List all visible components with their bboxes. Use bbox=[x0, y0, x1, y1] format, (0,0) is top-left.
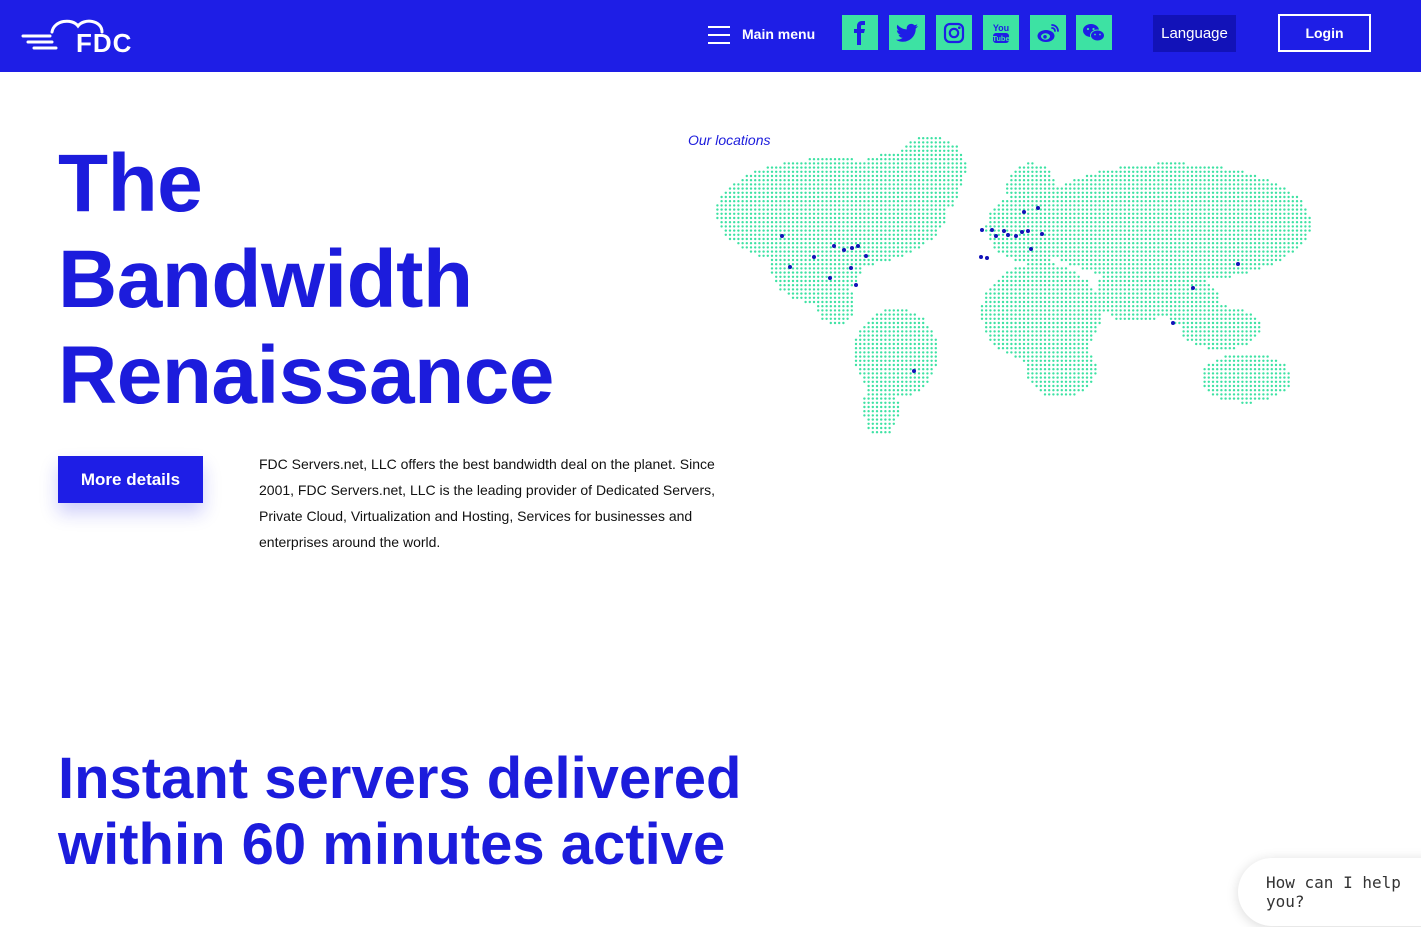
location-marker bbox=[849, 266, 853, 270]
location-marker bbox=[856, 244, 860, 248]
more-details-button[interactable]: More details bbox=[58, 456, 203, 503]
language-button[interactable]: Language bbox=[1153, 15, 1236, 52]
location-marker bbox=[812, 255, 816, 259]
location-marker bbox=[1002, 229, 1006, 233]
location-marker bbox=[1014, 234, 1018, 238]
location-marker bbox=[854, 283, 858, 287]
weibo-icon bbox=[1037, 23, 1059, 42]
location-marker bbox=[912, 369, 916, 373]
hero-title-line: The bbox=[58, 138, 203, 229]
youtube-icon: YouTube bbox=[992, 23, 1010, 43]
location-marker bbox=[1022, 210, 1026, 214]
location-marker bbox=[1006, 233, 1010, 237]
location-marker bbox=[828, 276, 832, 280]
location-marker bbox=[1040, 232, 1044, 236]
location-marker bbox=[832, 244, 836, 248]
location-marker bbox=[990, 228, 994, 232]
location-marker bbox=[994, 234, 998, 238]
hamburger-icon bbox=[708, 24, 730, 44]
twitter-icon bbox=[896, 23, 918, 42]
svg-text:FDC: FDC bbox=[76, 28, 132, 56]
twitter-button[interactable] bbox=[889, 15, 925, 50]
login-button[interactable]: Login bbox=[1278, 14, 1371, 52]
youtube-button[interactable]: You Tube bbox=[983, 15, 1019, 50]
map-dots bbox=[716, 137, 1311, 434]
location-marker bbox=[1026, 229, 1030, 233]
fdc-logo[interactable]: FDC bbox=[20, 14, 155, 56]
facebook-button[interactable] bbox=[842, 15, 878, 50]
location-marker bbox=[980, 228, 984, 232]
facebook-icon bbox=[854, 20, 865, 45]
chat-widget[interactable]: How can I help you? bbox=[1238, 858, 1421, 926]
location-marker bbox=[1036, 206, 1040, 210]
main-menu-label: Main menu bbox=[742, 26, 816, 42]
location-marker bbox=[780, 234, 784, 238]
map-caption: Our locations bbox=[688, 132, 771, 148]
instagram-button[interactable] bbox=[936, 15, 972, 50]
location-marker bbox=[985, 256, 989, 260]
location-marker bbox=[1029, 247, 1033, 251]
instagram-icon bbox=[943, 22, 965, 43]
location-marker bbox=[1171, 321, 1175, 325]
locations-world-map bbox=[716, 137, 1311, 434]
chat-prompt: How can I help you? bbox=[1266, 873, 1401, 911]
section-title-line: within 60 minutes active bbox=[58, 812, 726, 877]
weibo-button[interactable] bbox=[1030, 15, 1066, 50]
svg-text:Tube: Tube bbox=[992, 34, 1009, 43]
hero-description: FDC Servers.net, LLC offers the best ban… bbox=[259, 456, 716, 550]
main-menu-button[interactable]: Main menu bbox=[708, 22, 815, 46]
wechat-icon bbox=[1083, 23, 1105, 41]
location-marker bbox=[842, 248, 846, 252]
location-marker bbox=[1191, 286, 1195, 290]
hero-title: The Bandwidth Renaissance bbox=[58, 136, 554, 424]
site-header: FDC Main menu You Tube Language Login bbox=[0, 0, 1421, 72]
hero-title-line: Renaissance bbox=[58, 330, 554, 421]
location-marker bbox=[864, 254, 868, 258]
hero-title-line: Bandwidth bbox=[58, 234, 473, 325]
section-title-line: Instant servers delivered bbox=[58, 746, 742, 811]
wechat-button[interactable] bbox=[1076, 15, 1112, 50]
svg-text:You: You bbox=[993, 23, 1009, 33]
location-marker bbox=[788, 265, 792, 269]
location-marker bbox=[1236, 262, 1240, 266]
location-marker bbox=[1020, 230, 1024, 234]
section-title: Instant servers delivered within 60 minu… bbox=[58, 746, 741, 878]
location-marker bbox=[979, 255, 983, 259]
location-marker bbox=[850, 246, 854, 250]
